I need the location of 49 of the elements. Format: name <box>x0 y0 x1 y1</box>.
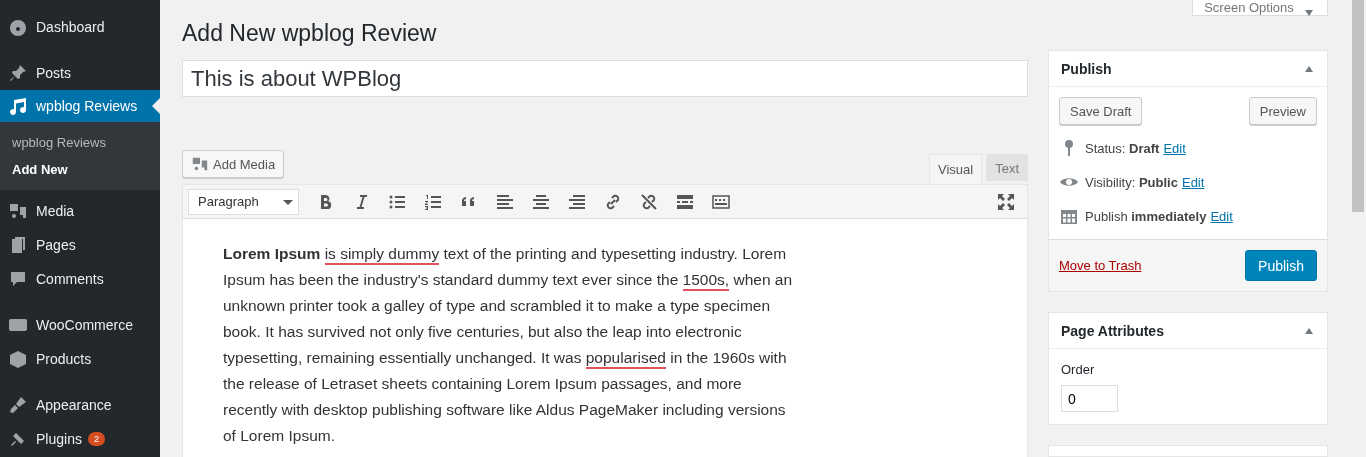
edit-link[interactable]: Edit <box>1163 140 1186 156</box>
menu-item[interactable]: Comments <box>0 262 160 296</box>
menu-item[interactable]: WooCommerce <box>0 308 160 342</box>
save-draft-button[interactable]: Save Draft <box>1059 97 1143 125</box>
brush-icon <box>8 395 28 415</box>
submenu-item[interactable]: wpblog Reviews <box>0 129 160 156</box>
box-icon <box>8 349 28 369</box>
scrollbar-thumb[interactable] <box>1352 0 1364 212</box>
current-menu-pointer <box>152 98 160 114</box>
title-field[interactable]: This is about WPBlog <box>182 60 1028 97</box>
submenu-item[interactable]: Add New <box>0 156 160 183</box>
post-content: Lorem Ipsum is simply dummy text of the printing and typesetting industry. Lorem Ipsum has been the industry's standard dummy text ever since the 1500s, when an unknown printer took a galley of type and scrambled it to make a type specimen book. It has survived not only five centuries, but also the leap into electronic typesetting, remaining essentially unchanged. It was popularised in the 1960s with the release of Letraset sheets containing Lorem Ipsum passages, and more recently with desktop publishing software like Aldus PageMaker including versions of Lorem Ipsum. <box>223 244 793 446</box>
publish-setting: Visibility: Public <box>1085 174 1178 190</box>
menu-item[interactable]: Dashboard <box>0 10 160 44</box>
gauge-icon <box>8 17 28 37</box>
screen-options-tab[interactable]: Screen Options <box>1192 0 1328 16</box>
menu-item[interactable]: Plugins 2 <box>0 422 160 456</box>
music-icon <box>8 96 28 116</box>
order-field[interactable]: 0 <box>1061 385 1118 412</box>
media-icon <box>191 155 209 173</box>
menu-item[interactable]: Posts <box>0 56 160 90</box>
move-to-trash-link[interactable]: Move to Trash <box>1059 258 1142 273</box>
menu-item[interactable]: Media <box>0 194 160 228</box>
editor-tab[interactable]: Text <box>986 154 1028 181</box>
comment-icon <box>8 269 28 289</box>
publish-setting: Status: Draft <box>1085 140 1160 156</box>
edit-link[interactable]: Edit <box>1210 208 1233 224</box>
menu-item[interactable]: Appearance <box>0 388 160 422</box>
pin-icon <box>8 63 28 83</box>
format-dropdown[interactable]: Paragraph <box>188 188 299 215</box>
add-media-button[interactable]: Add Media <box>182 150 285 178</box>
publish-setting: Publish immediately <box>1085 208 1207 224</box>
collapse-icon[interactable] <box>1305 66 1313 72</box>
collapse-icon[interactable] <box>1305 328 1313 334</box>
caret-icon <box>1305 10 1313 16</box>
publish-button[interactable]: Publish <box>1245 250 1317 281</box>
panel-title: Publish <box>1061 60 1112 77</box>
edit-link[interactable]: Edit <box>1181 174 1205 190</box>
panel-title: Page Attributes <box>1061 322 1164 339</box>
media-icon <box>8 201 28 221</box>
preview-button[interactable]: Preview <box>1248 97 1317 125</box>
menu-item[interactable]: wpblog Reviews <box>0 90 160 122</box>
order-label: Order <box>1061 362 1096 377</box>
caret-icon <box>283 199 293 205</box>
editor-tab[interactable]: Visual <box>928 154 983 184</box>
menu-item[interactable]: Products <box>0 342 160 376</box>
menu-item[interactable]: Pages <box>0 228 160 262</box>
update-count-badge: 2 <box>87 432 105 446</box>
page-title: Add New wpblog Review <box>182 20 438 46</box>
